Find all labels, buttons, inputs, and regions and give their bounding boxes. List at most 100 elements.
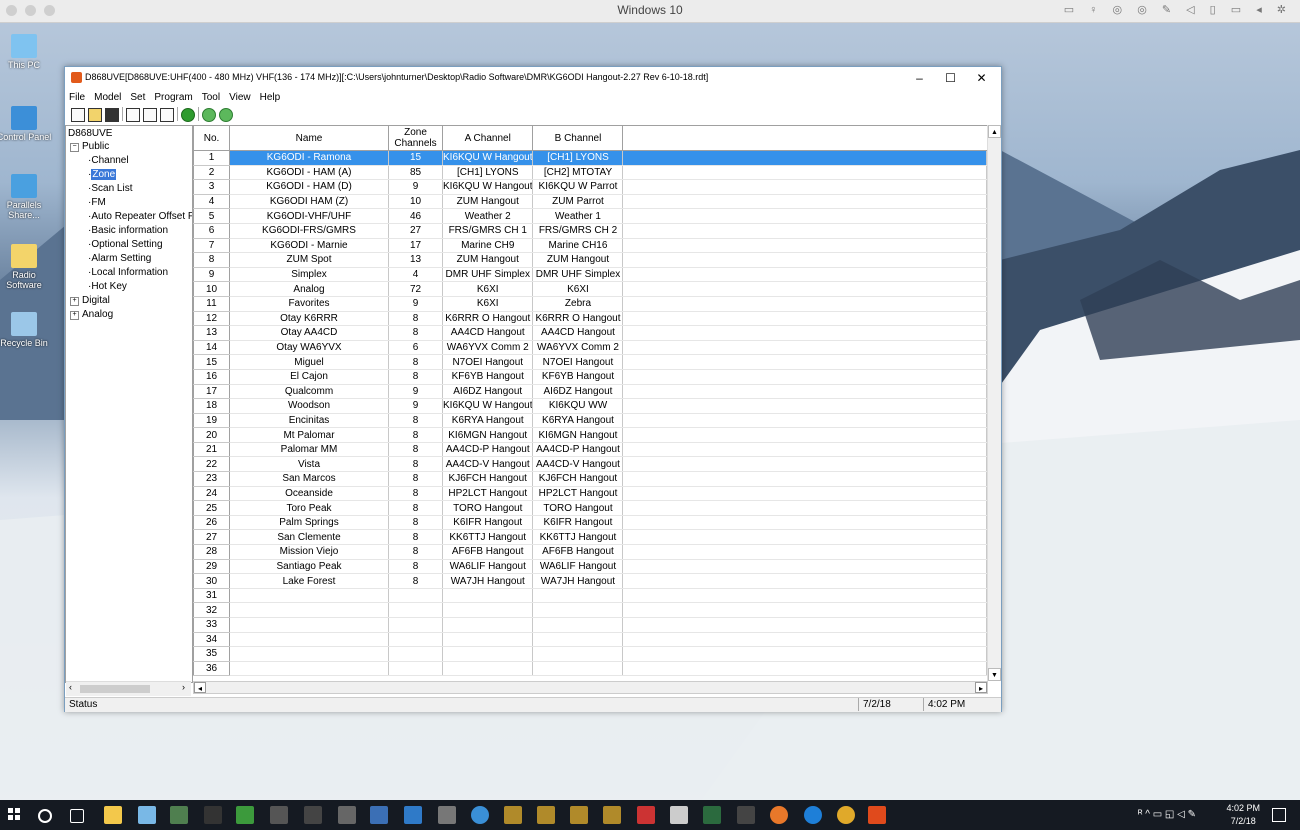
zone-channels-cell[interactable]: 8 [388, 354, 443, 370]
b-channel-cell[interactable]: AA4CD-P Hangout [532, 442, 624, 458]
move-up-icon[interactable] [202, 108, 216, 122]
table-row[interactable]: 14 Otay WA6YVX 6 WA6YVX Comm 2 WA6YVX Comm 2 [193, 339, 988, 356]
table-row[interactable]: 22 Vista 8 AA4CD-V Hangout AA4CD-V Hangout [193, 456, 988, 473]
b-channel-cell[interactable]: Marine CH16 [532, 238, 624, 254]
empty-cell[interactable] [622, 194, 988, 210]
b-channel-cell[interactable]: K6IFR Hangout [532, 515, 624, 531]
zone-channels-cell[interactable]: 8 [388, 427, 443, 443]
a-channel-cell[interactable]: WA6LIF Hangout [442, 559, 534, 575]
zone-channels-cell[interactable]: 9 [388, 296, 443, 312]
a-channel-cell[interactable]: K6RYA Hangout [442, 413, 534, 429]
row-number[interactable]: 8 [193, 252, 230, 268]
taskbar-app-icon[interactable] [504, 806, 522, 824]
scroll-up-icon[interactable]: ▲ [988, 125, 1001, 138]
row-number[interactable]: 14 [193, 339, 230, 356]
zone-name-cell[interactable] [229, 588, 389, 604]
row-number[interactable]: 2 [193, 164, 230, 181]
cortana-search-icon[interactable] [38, 809, 52, 823]
menu-file[interactable]: File [65, 91, 90, 105]
table-row[interactable]: 13 Otay AA4CD 8 AA4CD Hangout AA4CD Hangout [193, 325, 988, 341]
tree-item-fm[interactable]: ·FM [88, 196, 106, 209]
zone-channels-cell[interactable]: 8 [388, 471, 443, 487]
zone-channels-cell[interactable]: 10 [388, 194, 443, 210]
a-channel-cell[interactable]: KI6MGN Hangout [442, 427, 534, 443]
taskbar-app-icon[interactable] [370, 806, 388, 824]
empty-cell[interactable] [622, 369, 988, 385]
start-button[interactable] [8, 808, 20, 820]
table-row[interactable]: 35 [193, 646, 988, 662]
row-number[interactable]: 33 [193, 617, 230, 633]
empty-cell[interactable] [622, 267, 988, 283]
a-channel-cell[interactable] [442, 588, 534, 604]
radio-info-icon[interactable] [160, 108, 174, 122]
b-channel-cell[interactable]: KI6MGN Hangout [532, 427, 624, 443]
zone-name-cell[interactable] [229, 617, 389, 633]
table-row[interactable]: 34 [193, 631, 988, 648]
empty-cell[interactable] [622, 340, 988, 356]
scroll-down-icon[interactable]: ▼ [988, 668, 1001, 681]
a-channel-cell[interactable]: KI6KQU W Hangout [442, 179, 534, 195]
zone-channels-cell[interactable] [388, 661, 443, 677]
empty-cell[interactable] [622, 398, 988, 414]
zone-channels-cell[interactable]: 6 [388, 340, 443, 356]
table-row[interactable]: 29 Santiago Peak 8 WA6LIF Hangout WA6LIF Han… [193, 558, 988, 575]
zone-channels-cell[interactable]: 8 [388, 559, 443, 575]
menu-set[interactable]: Set [126, 91, 150, 105]
a-channel-cell[interactable]: TORO Hangout [442, 500, 534, 516]
zone-channels-cell[interactable]: 8 [388, 573, 443, 589]
b-channel-cell[interactable]: AF6FB Hangout [532, 544, 624, 560]
a-channel-cell[interactable]: HP2LCT Hangout [442, 486, 534, 502]
row-number[interactable]: 25 [193, 500, 230, 516]
desktop-icon-control-panel[interactable]: Control Panel [0, 106, 52, 142]
system-tray-icons[interactable]: ᴿ ^ ▭ ◱ ◁ ✎ [1138, 809, 1196, 820]
b-channel-cell[interactable]: WA6LIF Hangout [532, 559, 624, 575]
zone-name-cell[interactable]: Vista [229, 456, 389, 473]
b-channel-cell[interactable]: KJ6FCH Hangout [532, 471, 624, 487]
chrome-icon[interactable] [837, 806, 855, 824]
menu-tool[interactable]: Tool [198, 91, 225, 105]
column-header-a-channel[interactable]: A Channel [441, 125, 534, 151]
tree-item-local-information[interactable]: ·Local Information [88, 266, 168, 279]
window-title-bar[interactable]: D868UVE[D868UVE:UHF(400 - 480 MHz) VHF(1… [65, 67, 1001, 89]
empty-cell[interactable] [622, 384, 988, 400]
a-channel-cell[interactable]: K6RRR O Hangout [442, 311, 534, 327]
zone-channels-cell[interactable]: 9 [388, 179, 443, 195]
table-row[interactable]: 36 [193, 660, 988, 677]
a-channel-cell[interactable]: AA4CD-P Hangout [442, 442, 534, 458]
b-channel-cell[interactable] [532, 646, 624, 662]
empty-cell[interactable] [622, 311, 988, 327]
zone-channels-cell[interactable]: 8 [388, 325, 443, 341]
table-row[interactable]: 21 Palomar MM 8 AA4CD-P Hangout AA4CD-P Hang… [193, 441, 988, 458]
empty-cell[interactable] [622, 325, 988, 341]
table-row[interactable]: 20 Mt Palomar 8 KI6MGN Hangout KI6MGN Hangou… [193, 427, 988, 443]
table-row[interactable]: 28 Mission Viejo 8 AF6FB Hangout AF6FB Hango… [193, 544, 988, 560]
row-number[interactable]: 24 [193, 485, 230, 502]
empty-cell[interactable] [622, 456, 988, 473]
scroll-thumb[interactable] [80, 685, 150, 693]
table-row[interactable]: 31 [193, 587, 988, 604]
maximize-button[interactable]: ☐ [935, 69, 966, 87]
zone-name-cell[interactable]: Miguel [229, 354, 389, 370]
a-channel-cell[interactable]: WA7JH Hangout [442, 573, 534, 589]
taskbar-app-icon[interactable] [438, 806, 456, 824]
row-number[interactable]: 13 [193, 325, 230, 341]
read-radio-icon[interactable] [126, 108, 140, 122]
zone-name-cell[interactable]: San Marcos [229, 471, 389, 487]
zone-name-cell[interactable]: KG6ODI-FRS/GMRS [229, 223, 389, 239]
column-header-no[interactable]: No. [193, 125, 230, 151]
table-row[interactable]: 17 Qualcomm 9 AI6DZ Hangout AI6DZ Hangout [193, 383, 988, 400]
zone-channels-cell[interactable]: 9 [388, 384, 443, 400]
row-number[interactable]: 1 [193, 150, 230, 166]
zone-name-cell[interactable]: Mission Viejo [229, 544, 389, 560]
zone-channels-cell[interactable]: 8 [388, 515, 443, 531]
zone-name-cell[interactable]: KG6ODI HAM (Z) [229, 194, 389, 210]
row-number[interactable]: 30 [193, 573, 230, 589]
taskbar-app-icon[interactable] [338, 806, 356, 824]
table-row[interactable]: 5 KG6ODI-VHF/UHF 46 Weather 2 Weather 1 [193, 208, 988, 224]
b-channel-cell[interactable]: WA7JH Hangout [532, 573, 624, 589]
table-row[interactable]: 7 KG6ODI - Marnie 17 Marine CH9 Marine CH16 [193, 237, 988, 254]
b-channel-cell[interactable]: AA4CD-V Hangout [532, 456, 624, 473]
row-number[interactable]: 12 [193, 310, 230, 327]
open-folder-icon[interactable] [88, 108, 102, 122]
empty-cell[interactable] [622, 427, 988, 443]
